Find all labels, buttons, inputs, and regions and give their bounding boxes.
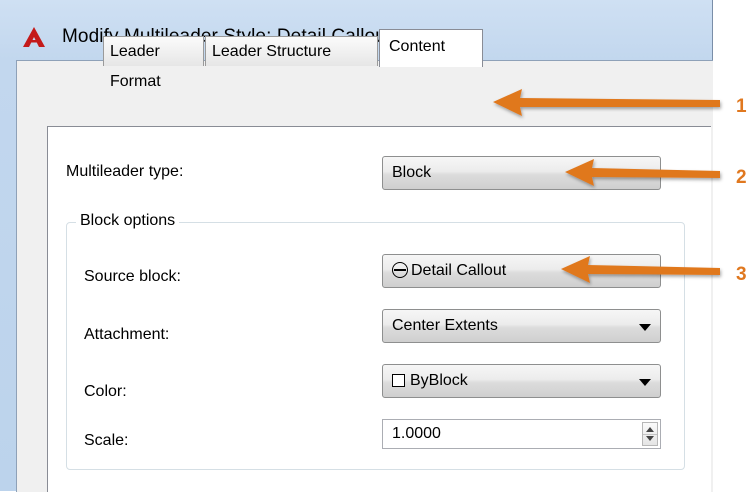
- callout-arrow-2: [565, 159, 720, 186]
- callout-arrows: [493, 89, 720, 283]
- callout-arrow-1: [493, 89, 720, 116]
- callout-arrow-3: [561, 256, 720, 283]
